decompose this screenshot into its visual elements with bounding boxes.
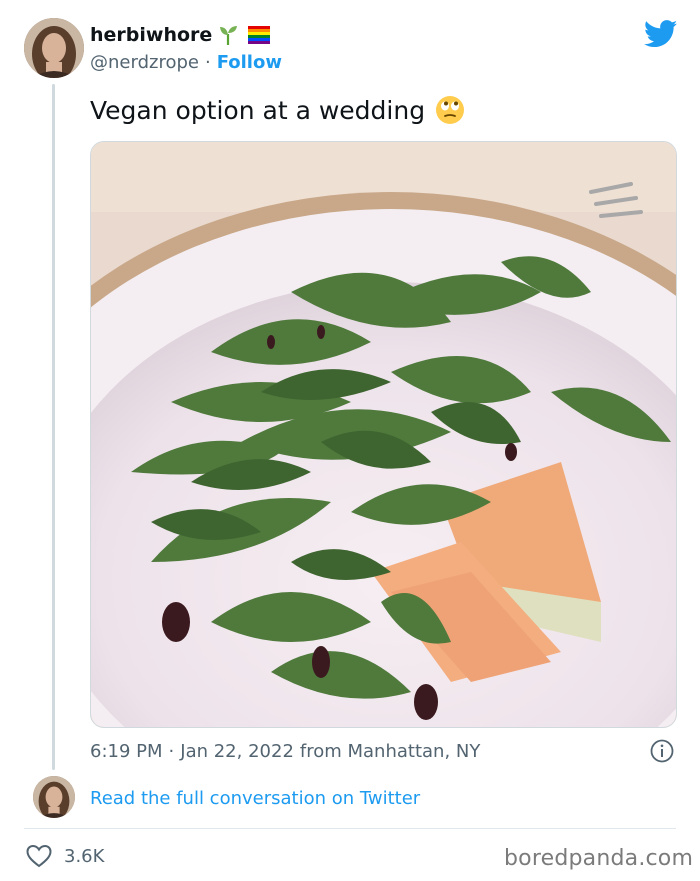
tweet-date[interactable]: Jan 22, 2022	[180, 741, 294, 762]
divider	[24, 828, 676, 829]
author-name-row[interactable]: herbiwhore	[90, 22, 271, 48]
author-handle[interactable]: @nerdzrope	[90, 52, 199, 73]
read-conversation-link[interactable]: Read the full conversation on Twitter	[90, 785, 420, 811]
thread-line	[52, 84, 55, 770]
separator-dot: ·	[204, 51, 211, 73]
eye-roll-emoji-icon	[436, 96, 465, 124]
tweet-location: from Manhattan, NY	[299, 740, 481, 762]
rainbow-flag-emoji-icon	[248, 26, 271, 44]
twitter-bird-icon[interactable]	[644, 20, 678, 48]
watermark: boredpanda.com	[504, 845, 694, 871]
tweet-card: herbiwhore @nerdzrope · Follow Vegan opt…	[0, 0, 700, 881]
like-count: 3.6K	[64, 845, 105, 867]
like-button[interactable]: 3.6K	[26, 842, 104, 870]
tweet-text-row: Vegan option at a wedding	[90, 94, 465, 126]
tweet-meta-row: 6:19 PM · Jan 22, 2022 from Manhattan, N…	[90, 738, 480, 764]
salad-plate-image	[91, 142, 676, 727]
display-name[interactable]: herbiwhore	[90, 24, 212, 46]
seedling-emoji-icon	[220, 26, 238, 45]
meta-separator-dot: ·	[168, 740, 175, 762]
handle-row: @nerdzrope · Follow	[90, 50, 282, 74]
tweet-text: Vegan option at a wedding	[90, 95, 426, 125]
follow-button[interactable]: Follow	[217, 52, 282, 73]
author-avatar[interactable]	[24, 18, 84, 78]
heart-icon	[26, 844, 52, 868]
tweet-time[interactable]: 6:19 PM	[90, 741, 163, 762]
tweet-photo[interactable]	[90, 141, 677, 728]
reader-avatar[interactable]	[33, 776, 75, 818]
info-icon[interactable]	[650, 739, 674, 763]
